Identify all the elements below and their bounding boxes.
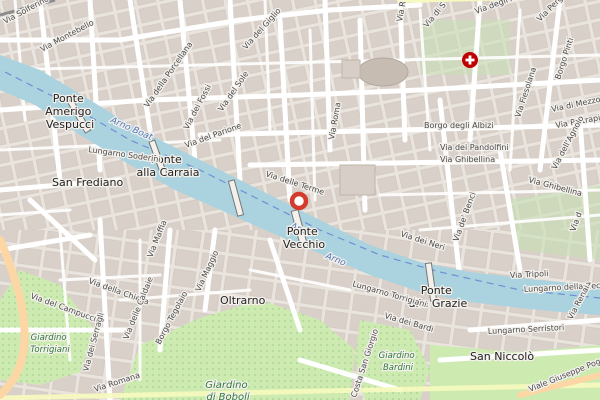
street-label: Borgo degli Albizi [424, 121, 494, 130]
map-svg: Arno Boat Arno Arno Ponte Amerigo Vespuc… [0, 0, 600, 400]
north-green [420, 20, 510, 75]
place-label-ponte-vecchio: Ponte Vecchio [283, 225, 326, 251]
place-label-san-niccolo: San Niccolò [470, 350, 534, 363]
place-label-oltrarno: Oltrarno [220, 294, 266, 307]
street-label: Via dei Pandolfini [440, 143, 509, 152]
signoria-square [339, 164, 376, 196]
street-label: Via Ghibellina [440, 155, 495, 164]
hospital-icon[interactable] [462, 52, 478, 68]
place-label-san-frediano: San Frediano [52, 176, 124, 189]
location-marker-icon[interactable] [289, 191, 309, 211]
duomo-building [357, 57, 409, 87]
map-canvas[interactable]: Arno Boat Arno Arno Ponte Amerigo Vespuc… [0, 0, 600, 400]
park-label-giardino-boboli: Giardino di Boboli [205, 380, 251, 400]
duomo-square [341, 59, 361, 79]
